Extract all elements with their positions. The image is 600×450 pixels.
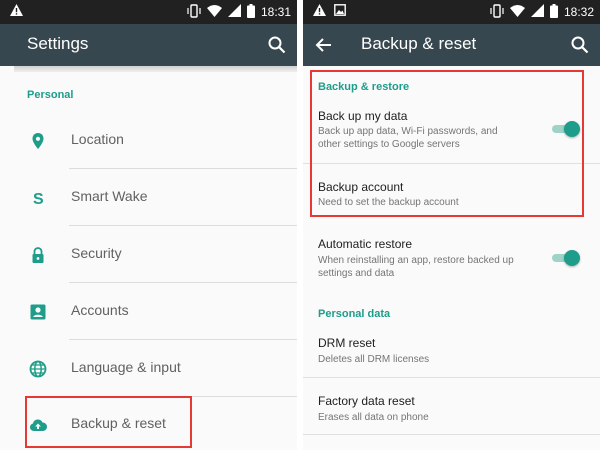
pref-drm-reset[interactable]: DRM reset Deletes all DRM licenses [303,327,600,378]
pref-summary: Deletes all DRM licenses [318,354,430,365]
settings-item-security[interactable]: Security [14,227,297,283]
status-time: 18:31 [260,5,291,19]
settings-item-label: Language & input [71,359,181,375]
svg-text:S: S [33,191,44,207]
vibrate-icon [490,3,504,21]
globe-icon [29,360,47,378]
switch-thumb [564,250,580,266]
page-title: Settings [27,34,89,53]
automatic-restore-toggle[interactable] [552,250,580,266]
app-toolbar: Settings [0,24,297,66]
status-time: 18:32 [563,5,594,19]
lock-icon [29,246,47,264]
pref-title: Factory data reset [318,394,415,408]
status-bar: 18:31 [0,0,297,24]
divider [69,282,297,283]
image-icon [334,4,346,19]
toolbar-shadow [14,66,297,72]
page-title: Backup & reset [361,34,477,53]
settings-item-smart-wake[interactable]: S Smart Wake [14,170,297,226]
vibrate-icon [187,3,201,21]
search-icon[interactable] [570,35,590,55]
battery-icon [549,3,558,21]
divider [303,434,600,435]
smart-wake-s-icon: S [29,189,47,208]
settings-item-label: Location [71,131,124,147]
divider [69,339,297,340]
divider [69,168,297,169]
pref-summary: Erases all data on phone [318,412,429,423]
battery-icon [246,3,255,21]
search-icon[interactable] [267,35,287,55]
highlight-box [25,396,192,448]
account-box-icon [29,303,47,321]
pref-summary: When reinstalling an app, restore backed… [318,255,514,279]
settings-item-label: Smart Wake [71,188,148,204]
settings-item-accounts[interactable]: Accounts [14,284,297,340]
settings-screen: 18:31 Settings Personal Location S Smart… [0,0,297,450]
warning-icon [10,4,23,19]
pref-factory-data-reset[interactable]: Factory data reset Erases all data on ph… [303,379,600,435]
section-header-personal-data: Personal data [318,308,391,320]
settings-item-language-input[interactable]: Language & input [14,341,297,397]
settings-item-label: Security [71,245,122,261]
app-toolbar: Backup & reset [303,24,600,66]
divider [303,377,600,378]
section-header-personal: Personal [27,89,74,101]
location-pin-icon [29,132,47,150]
divider [69,225,297,226]
status-bar: 18:32 [303,0,600,24]
settings-item-label: Accounts [71,302,129,318]
settings-item-location[interactable]: Location [14,113,297,169]
wifi-icon [206,4,222,20]
signal-icon [227,4,241,20]
pref-title: Automatic restore [318,237,413,251]
backup-reset-screen: 18:32 Backup & reset Backup & restore Ba… [303,0,600,450]
back-arrow-icon[interactable] [313,35,335,55]
pref-automatic-restore[interactable]: Automatic restore When reinstalling an a… [303,228,600,292]
signal-icon [530,4,544,20]
warning-icon [313,4,326,19]
pref-title: DRM reset [318,336,376,350]
highlight-box [310,70,584,217]
wifi-icon [509,4,525,20]
